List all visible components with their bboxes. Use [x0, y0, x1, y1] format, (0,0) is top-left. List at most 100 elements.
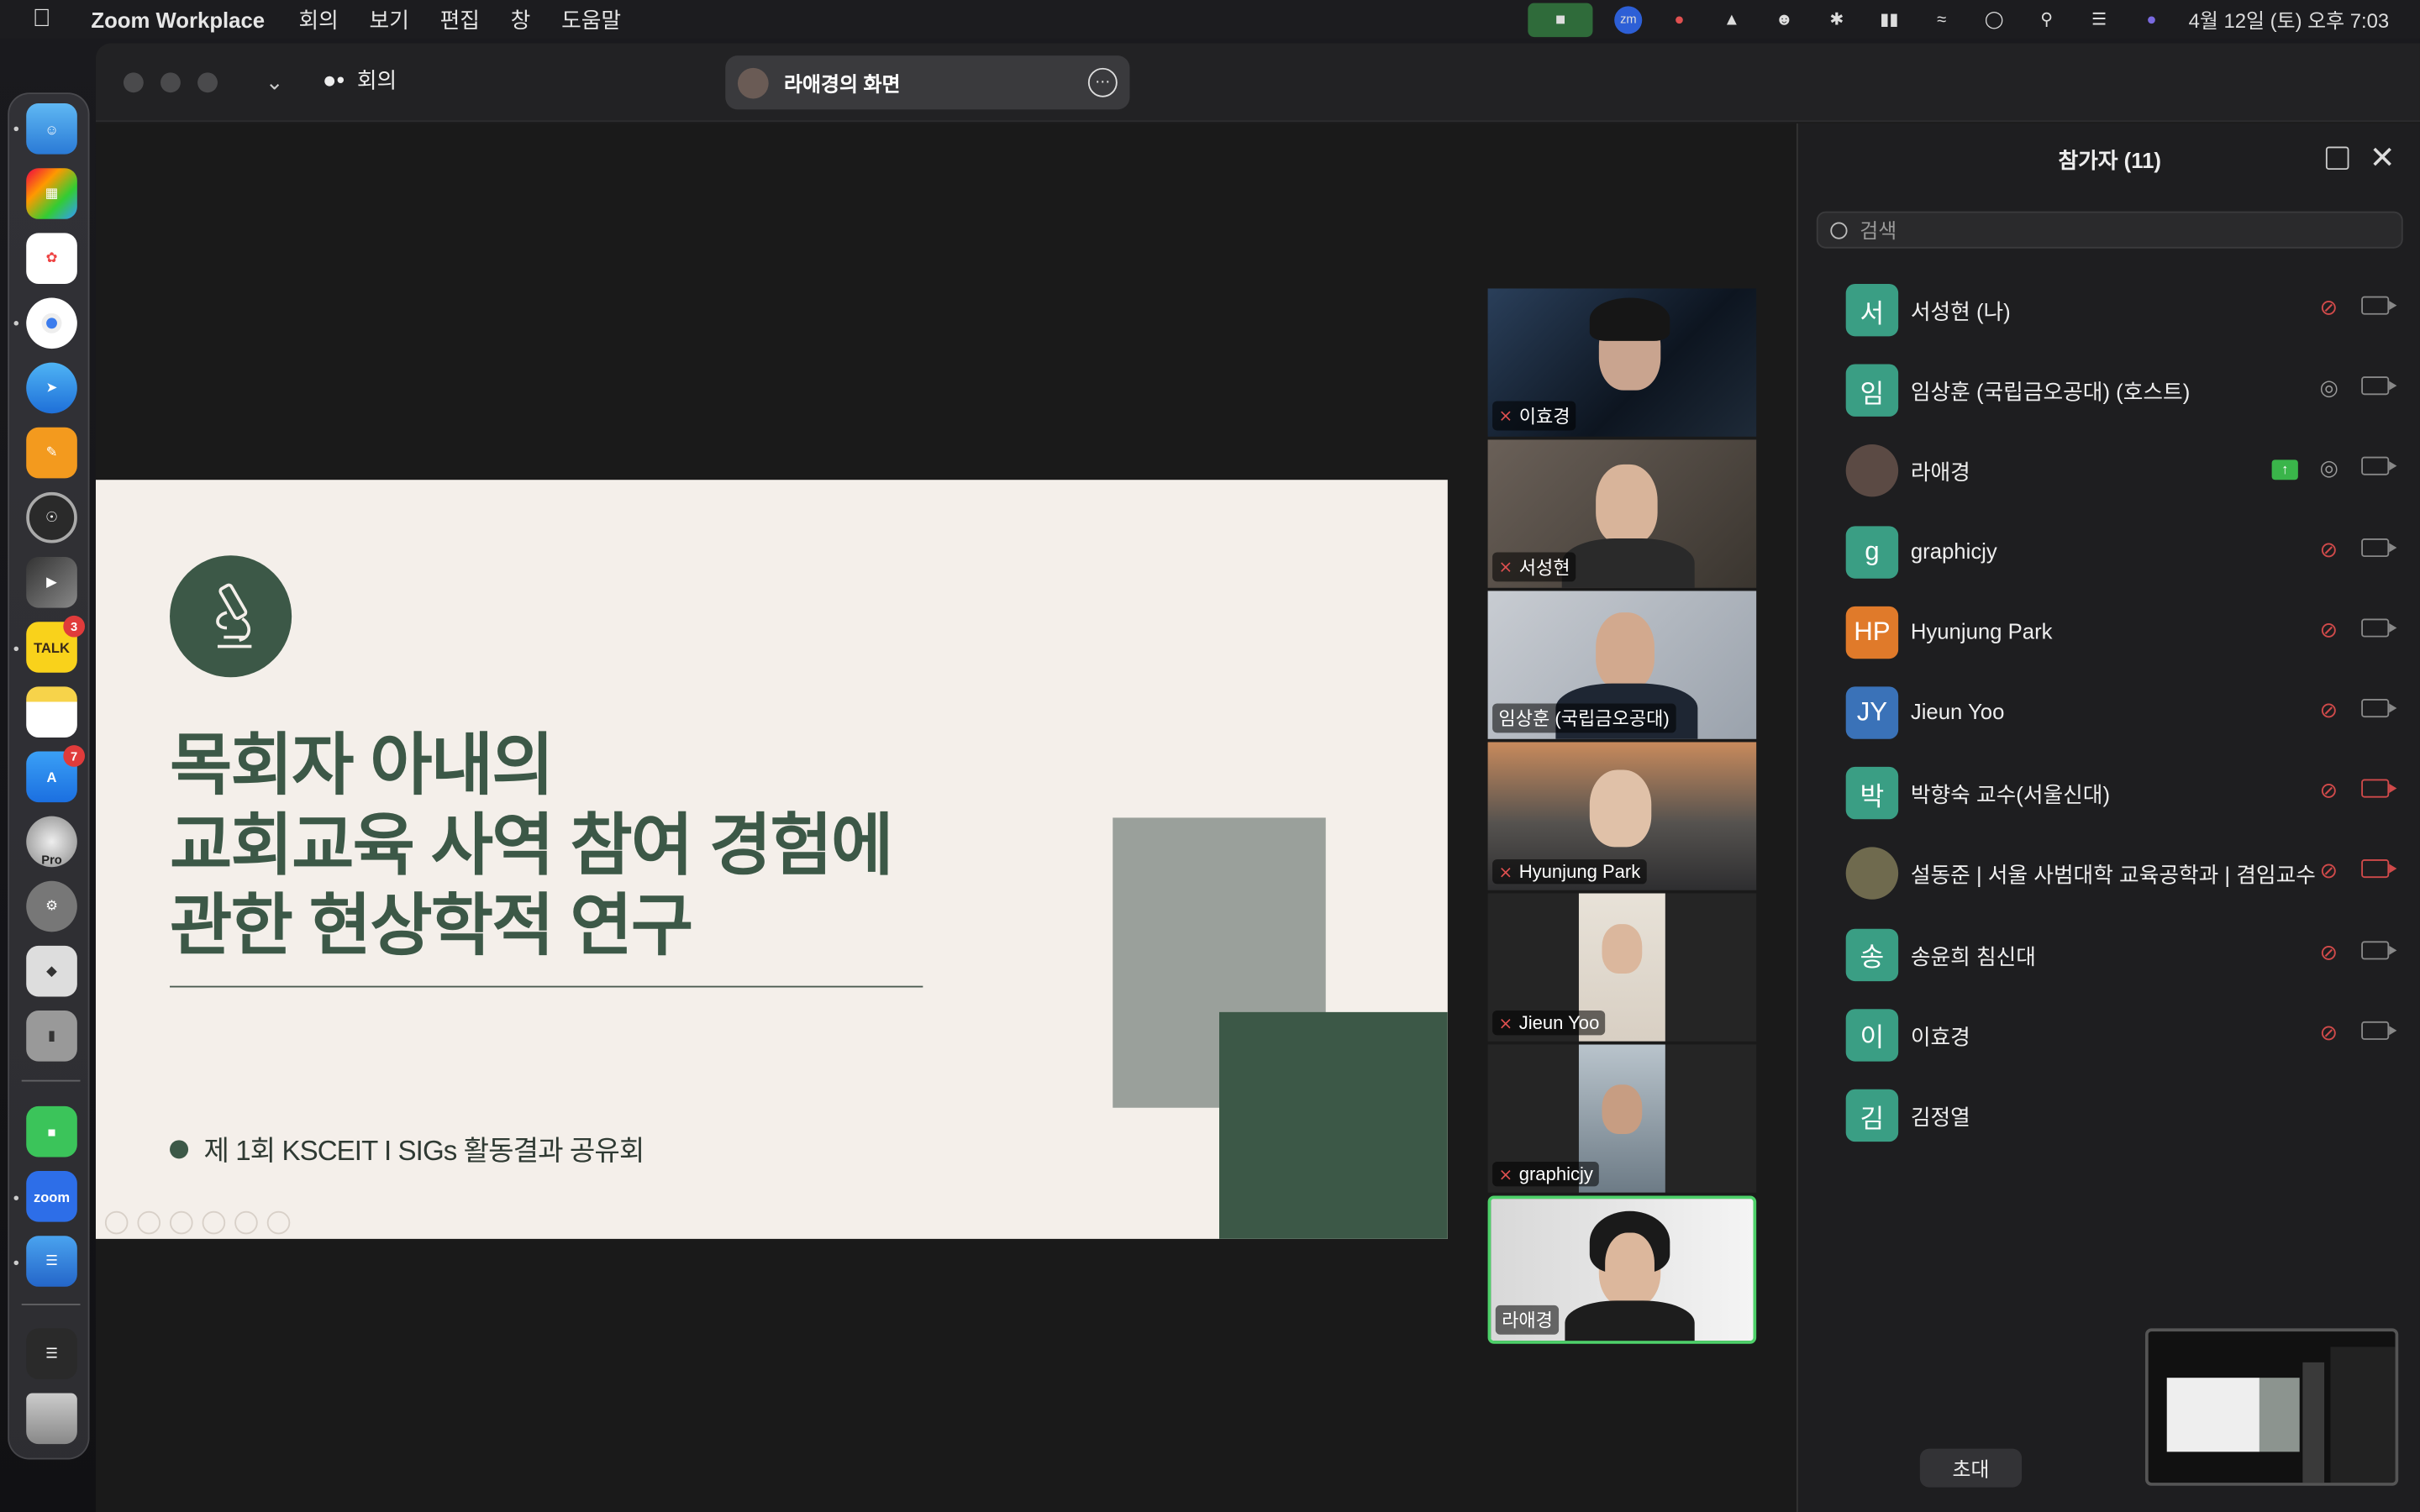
mic-muted-icon[interactable]: ⊘ — [2320, 697, 2338, 723]
apple-icon[interactable]:  — [33, 5, 64, 33]
menu-help[interactable]: 도움말 — [561, 4, 621, 35]
mic-muted-icon[interactable]: ⊘ — [2320, 536, 2338, 562]
mic-icon[interactable]: ◎ — [2320, 456, 2338, 482]
obs-icon[interactable]: ☉ — [26, 491, 77, 543]
video-tile[interactable]: ⨯ Jieun Yoo — [1487, 893, 1757, 1042]
minimize-window-button[interactable] — [160, 72, 181, 93]
chrome-icon[interactable] — [26, 297, 77, 349]
participant-row[interactable]: JY Jieun Yoo ⊘ — [1798, 673, 2420, 753]
trash-icon[interactable] — [26, 1393, 77, 1445]
next-slide-icon[interactable] — [137, 1210, 161, 1235]
search-input[interactable] — [1860, 218, 2370, 242]
zoom-icon[interactable]: zoom — [26, 1171, 77, 1222]
video-name: graphicjy — [1518, 1163, 1593, 1185]
video-tile[interactable]: ⨯ 서성현 — [1487, 439, 1757, 588]
close-icon[interactable]: ✕ — [2370, 139, 2396, 177]
bluetooth-icon[interactable]: ✱ — [1821, 7, 1852, 31]
mic-muted-icon[interactable]: ⊘ — [2320, 778, 2338, 804]
file-manager-icon[interactable]: ☰ — [26, 1236, 77, 1287]
participant-row[interactable]: 임 임상훈 (국립금오공대) (호스트) ◎ — [1798, 350, 2420, 431]
menubar-clock[interactable]: 4월 12일 (토) 오후 7:03 — [2189, 5, 2390, 34]
camera-icon[interactable] — [2361, 296, 2397, 315]
chevron-down-icon[interactable]: ⌄ — [266, 70, 284, 96]
roblox-icon[interactable]: ◆ — [26, 945, 77, 997]
spotlight-search-icon[interactable]: ⚲ — [2031, 7, 2062, 31]
participant-row[interactable]: 송 송윤희 침신대 ⊘ — [1798, 914, 2420, 995]
participant-video — [1589, 769, 1652, 848]
menu-window[interactable]: 창 — [511, 4, 531, 35]
video-tile[interactable]: ⨯ graphicjy — [1487, 1044, 1757, 1193]
user-tray-icon[interactable]: ☻ — [1769, 7, 1800, 31]
system-settings-icon[interactable]: ⚙ — [26, 880, 77, 932]
camera-off-icon[interactable] — [2361, 859, 2397, 879]
app-name-menu[interactable]: Zoom Workplace — [91, 7, 265, 31]
camera-icon[interactable] — [2361, 457, 2397, 476]
mic-icon[interactable]: ◎ — [2320, 375, 2338, 402]
menu-view[interactable]: 보기 — [370, 4, 409, 35]
mic-muted-icon[interactable]: ⊘ — [2320, 295, 2338, 321]
camera-icon[interactable] — [2361, 699, 2397, 718]
participant-row[interactable]: HP Hyunjung Park ⊘ — [1798, 592, 2420, 673]
video-name: Jieun Yoo — [1518, 1011, 1600, 1034]
screen-share-indicator[interactable]: 라애경의 화면 ⋯ — [725, 55, 1130, 110]
invite-button[interactable]: 초대 — [1919, 1448, 2023, 1488]
recent-window-icon[interactable]: ☰ — [26, 1328, 77, 1380]
participant-row[interactable]: 라애경 ↑ ◎ — [1798, 431, 2420, 512]
prev-slide-icon[interactable] — [104, 1210, 129, 1235]
camera-off-icon[interactable] — [2361, 779, 2397, 798]
camera-icon[interactable] — [2361, 1021, 2397, 1040]
pen-icon[interactable] — [170, 1210, 193, 1235]
camera-icon[interactable] — [2361, 538, 2397, 557]
meeting-info-button[interactable]: ●• 회의 — [323, 65, 397, 96]
photos-icon[interactable]: ✿ — [26, 233, 77, 284]
drive-tray-icon[interactable]: ▲ — [1717, 7, 1748, 31]
participant-row[interactable]: 박 박향숙 교수(서울신대) ⊘ — [1798, 753, 2420, 834]
kakaotalk-icon[interactable]: TALK 3 — [26, 615, 86, 673]
participant-row[interactable]: 서 서성현 (나) ⊘ — [1798, 270, 2420, 350]
mic-muted-icon[interactable]: ⊘ — [2320, 1020, 2338, 1046]
record-tray-icon[interactable]: ● — [1664, 7, 1695, 31]
menu-meeting[interactable]: 회의 — [298, 4, 338, 35]
account-icon[interactable]: ◯ — [1979, 7, 2010, 31]
participant-search[interactable] — [1816, 211, 2403, 249]
video-tile[interactable]: ⨯ Hyunjung Park — [1487, 742, 1757, 890]
more-icon[interactable] — [266, 1210, 291, 1235]
video-tile[interactable]: 임상훈 (국립금오공대) — [1487, 591, 1757, 739]
video-tile[interactable]: ⨯ 이효경 — [1487, 288, 1757, 437]
mic-muted-icon[interactable]: ⊘ — [2320, 617, 2338, 643]
pages-icon[interactable]: ✎ — [26, 427, 77, 479]
video-tile-active-speaker[interactable]: 라애경 — [1487, 1195, 1757, 1344]
final-cut-icon[interactable]: ▶ — [26, 557, 77, 608]
mic-muted-icon[interactable]: ⊘ — [2320, 939, 2338, 965]
camera-icon[interactable] — [2361, 618, 2397, 638]
battery-icon[interactable]: ▮▮ — [1874, 7, 1905, 31]
maximize-window-button[interactable] — [197, 72, 218, 93]
participant-row[interactable]: 이 이효경 ⊘ — [1798, 995, 2420, 1075]
grid-icon[interactable] — [202, 1210, 226, 1235]
control-center-icon[interactable]: ☰ — [2084, 7, 2115, 31]
app-store-icon[interactable]: A7 — [26, 745, 86, 803]
wifi-icon[interactable]: ≈ — [1926, 7, 1957, 31]
iphone-mirroring-icon[interactable]: ▮ — [26, 1011, 77, 1062]
mic-muted-icon[interactable]: ⊘ — [2320, 858, 2338, 885]
logic-pro-icon[interactable]: Pro — [26, 816, 77, 868]
pop-out-icon[interactable] — [2325, 146, 2349, 171]
launchpad-icon[interactable]: ▦ — [26, 168, 77, 219]
safari-icon[interactable]: ➤ — [26, 362, 77, 414]
menu-edit[interactable]: 편집 — [440, 4, 480, 35]
camera-status-icon[interactable]: ■ — [1528, 2, 1593, 37]
camera-icon[interactable] — [2361, 940, 2397, 959]
siri-icon[interactable]: ● — [2136, 7, 2167, 31]
camera-icon[interactable] — [2361, 376, 2397, 396]
participant-row[interactable]: g graphicjy ⊘ — [1798, 512, 2420, 592]
zoom-tray-icon[interactable]: zm — [1614, 5, 1643, 34]
screen-share-thumbnail[interactable] — [2145, 1328, 2399, 1486]
facetime-icon[interactable]: ■ — [26, 1105, 77, 1158]
zoom-icon[interactable] — [234, 1210, 258, 1235]
participant-row[interactable]: 설동준 | 서울 사범대학 교육공학과 | 겸임교수 ⊘ — [1798, 834, 2420, 915]
participant-row[interactable]: 김 김정열 — [1798, 1075, 2420, 1156]
notes-icon[interactable] — [26, 686, 77, 738]
more-options-icon[interactable]: ⋯ — [1087, 67, 1118, 97]
finder-icon[interactable]: ☺ — [26, 103, 77, 155]
close-window-button[interactable] — [123, 72, 144, 93]
